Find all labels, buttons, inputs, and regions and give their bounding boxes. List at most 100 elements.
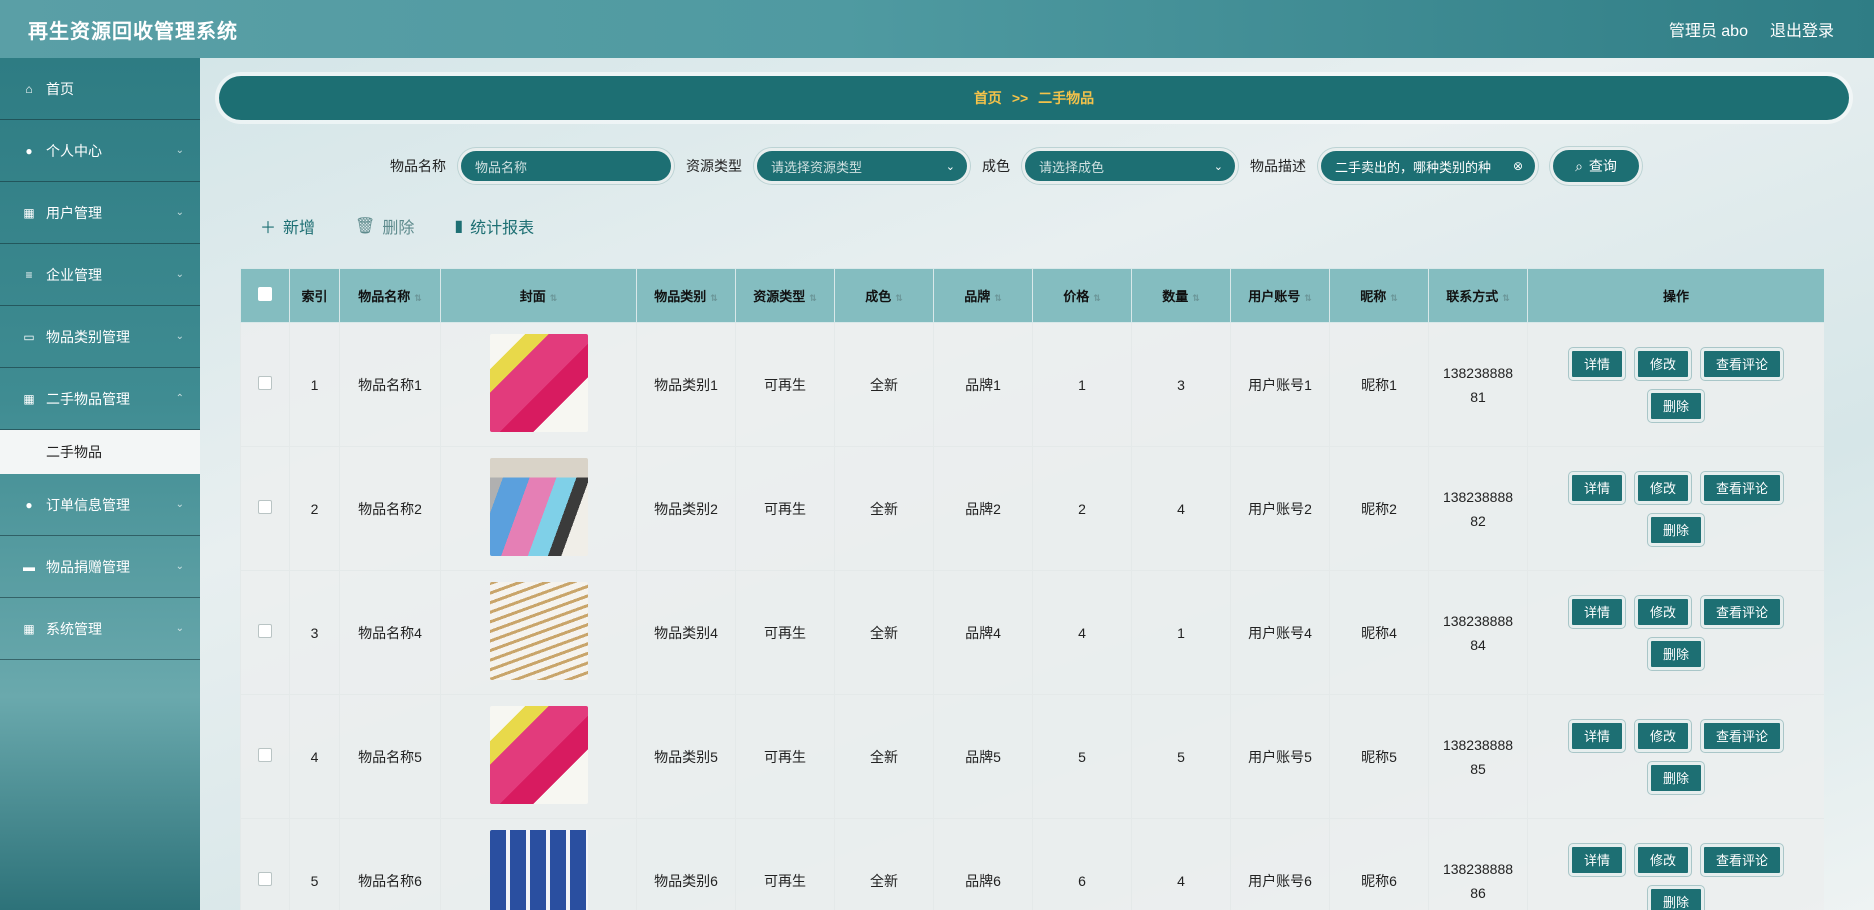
detail-button[interactable]: 详情 <box>1568 347 1625 380</box>
user-icon: ● <box>25 143 33 158</box>
action-bar: ＋ 新增 🗑 删除 ▮ 统计报表 <box>260 214 534 238</box>
column-header[interactable]: 物品类别 ⇅ <box>636 268 736 323</box>
sort-icon[interactable]: ⇅ <box>1192 293 1200 303</box>
chevron-down-icon: ⌄ <box>175 499 184 510</box>
cover-image[interactable] <box>489 458 588 556</box>
row-delete-button[interactable]: 删除 <box>1647 885 1704 910</box>
sidebar-item-secondhand[interactable]: ▦ 二手物品管理 ⌃ <box>0 368 200 430</box>
view-comments-button[interactable]: 查看评论 <box>1701 471 1784 504</box>
query-button[interactable]: ⌕ 查询 <box>1550 147 1642 185</box>
cover-image[interactable] <box>489 334 588 432</box>
sort-icon[interactable]: ⇅ <box>1093 293 1101 303</box>
row-delete-button[interactable]: 删除 <box>1647 389 1704 422</box>
column-header[interactable]: 价格 ⇅ <box>1032 268 1132 323</box>
description-input[interactable]: 二手卖出的，哪种类别的种 ⊗ <box>1318 148 1538 184</box>
sidebar-item-users[interactable]: ▦ 用户管理 ⌄ <box>0 182 200 244</box>
cell-nickname: 昵称1 <box>1329 322 1429 447</box>
condition-label: 成色 <box>982 158 1010 174</box>
column-header[interactable]: 昵称 ⇅ <box>1329 268 1429 323</box>
sidebar-item-orders[interactable]: ● 订单信息管理 ⌄ <box>0 474 200 536</box>
clear-icon[interactable]: ⊗ <box>1513 159 1523 173</box>
chevron-down-icon: ⌄ <box>175 331 184 342</box>
cell-price: 4 <box>1032 570 1132 695</box>
edit-button[interactable]: 修改 <box>1634 347 1691 380</box>
column-header[interactable]: 封面 ⇅ <box>440 268 637 323</box>
detail-button[interactable]: 详情 <box>1568 843 1625 876</box>
column-header[interactable]: 资源类型 ⇅ <box>735 268 835 323</box>
sidebar-item-donation[interactable]: ▬ 物品捐赠管理 ⌄ <box>0 536 200 598</box>
condition-select[interactable]: 请选择成色 ⌄ <box>1022 148 1238 184</box>
row-delete-button[interactable]: 删除 <box>1647 761 1704 794</box>
edit-button[interactable]: 修改 <box>1634 719 1691 752</box>
grid-icon: ▦ <box>23 205 35 220</box>
cell-category: 物品类别1 <box>636 322 736 447</box>
sort-icon[interactable]: ⇅ <box>414 293 422 303</box>
column-header[interactable]: 数量 ⇅ <box>1131 268 1231 323</box>
cell-name: 物品名称4 <box>339 570 441 695</box>
sort-icon[interactable]: ⇅ <box>1304 293 1312 303</box>
sidebar-item-enterprise[interactable]: ≡ 企业管理 ⌄ <box>0 244 200 306</box>
sort-icon[interactable]: ⇅ <box>994 293 1002 303</box>
sort-icon[interactable]: ⇅ <box>710 293 718 303</box>
cell-operations: 详情 修改 查看评论 删除 <box>1527 818 1824 910</box>
edit-button[interactable]: 修改 <box>1634 471 1691 504</box>
sort-icon[interactable]: ⇅ <box>895 293 903 303</box>
sidebar-item-system[interactable]: ▦ 系统管理 ⌄ <box>0 598 200 660</box>
view-comments-button[interactable]: 查看评论 <box>1701 347 1784 380</box>
sort-icon[interactable]: ⇅ <box>550 293 558 303</box>
breadcrumb-home[interactable]: 首页 <box>974 88 1002 108</box>
sidebar-item-category[interactable]: ▭ 物品类别管理 ⌄ <box>0 306 200 368</box>
report-button[interactable]: ▮ 统计报表 <box>454 214 534 238</box>
sidebar-item-label: 个人中心 <box>46 142 102 159</box>
cell-nickname: 昵称4 <box>1329 570 1429 695</box>
row-delete-button[interactable]: 删除 <box>1647 637 1704 670</box>
cover-image[interactable] <box>489 830 588 910</box>
row-checkbox[interactable] <box>258 376 272 390</box>
sidebar-item-label: 用户管理 <box>46 204 102 221</box>
row-checkbox[interactable] <box>258 624 272 638</box>
column-header[interactable]: 索引 <box>289 268 340 323</box>
column-header[interactable]: 用户账号 ⇅ <box>1230 268 1330 323</box>
cell-name: 物品名称1 <box>339 322 441 447</box>
logout-link[interactable]: 退出登录 <box>1770 17 1834 41</box>
cover-image[interactable] <box>489 706 588 804</box>
row-checkbox[interactable] <box>258 748 272 762</box>
detail-button[interactable]: 详情 <box>1568 719 1625 752</box>
sidebar-item-personal[interactable]: ● 个人中心 ⌄ <box>0 120 200 182</box>
detail-button[interactable]: 详情 <box>1568 595 1625 628</box>
sidebar-subitem-secondhand[interactable]: 二手物品 <box>0 430 200 474</box>
column-header[interactable]: 物品名称 ⇅ <box>339 268 441 323</box>
sort-icon[interactable]: ⇅ <box>1502 293 1510 303</box>
view-comments-button[interactable]: 查看评论 <box>1701 719 1784 752</box>
cover-image[interactable] <box>489 582 588 680</box>
chevron-down-icon: ⌄ <box>945 160 955 173</box>
edit-button[interactable]: 修改 <box>1634 843 1691 876</box>
delete-button[interactable]: 🗑 删除 <box>355 214 414 238</box>
cell-phone: 138238888 86 <box>1428 818 1528 910</box>
view-comments-button[interactable]: 查看评论 <box>1701 595 1784 628</box>
cell-name: 物品名称5 <box>339 694 441 819</box>
name-placeholder: 物品名称 <box>475 159 528 175</box>
monitor-icon: ▭ <box>23 329 35 344</box>
sort-icon[interactable]: ⇅ <box>809 293 817 303</box>
sort-icon[interactable]: ⇅ <box>1390 293 1398 303</box>
row-delete-button[interactable]: 删除 <box>1647 513 1704 546</box>
name-search-input[interactable]: 物品名称 <box>458 148 674 184</box>
cell-index: 3 <box>289 570 340 695</box>
column-header[interactable]: 成色 ⇅ <box>834 268 934 323</box>
column-header[interactable]: 品牌 ⇅ <box>933 268 1033 323</box>
sidebar-item-label: 物品捐赠管理 <box>46 558 130 575</box>
type-select[interactable]: 请选择资源类型 ⌄ <box>754 148 970 184</box>
detail-button[interactable]: 详情 <box>1568 471 1625 504</box>
row-checkbox[interactable] <box>258 500 272 514</box>
column-header[interactable]: 联系方式 ⇅ <box>1428 268 1528 323</box>
edit-button[interactable]: 修改 <box>1634 595 1691 628</box>
sidebar: ⌂ 首页 ● 个人中心 ⌄ ▦ 用户管理 ⌄ ≡ 企业管理 ⌄ ▭ 物品类别管理… <box>0 58 200 910</box>
select-all-checkbox[interactable] <box>258 287 272 301</box>
sidebar-item-home[interactable]: ⌂ 首页 <box>0 58 200 120</box>
row-checkbox[interactable] <box>258 872 272 886</box>
sidebar-item-label: 二手物品管理 <box>46 390 130 407</box>
add-button[interactable]: ＋ 新增 <box>260 214 315 238</box>
sidebar-item-label: 订单信息管理 <box>46 496 130 513</box>
view-comments-button[interactable]: 查看评论 <box>1701 843 1784 876</box>
